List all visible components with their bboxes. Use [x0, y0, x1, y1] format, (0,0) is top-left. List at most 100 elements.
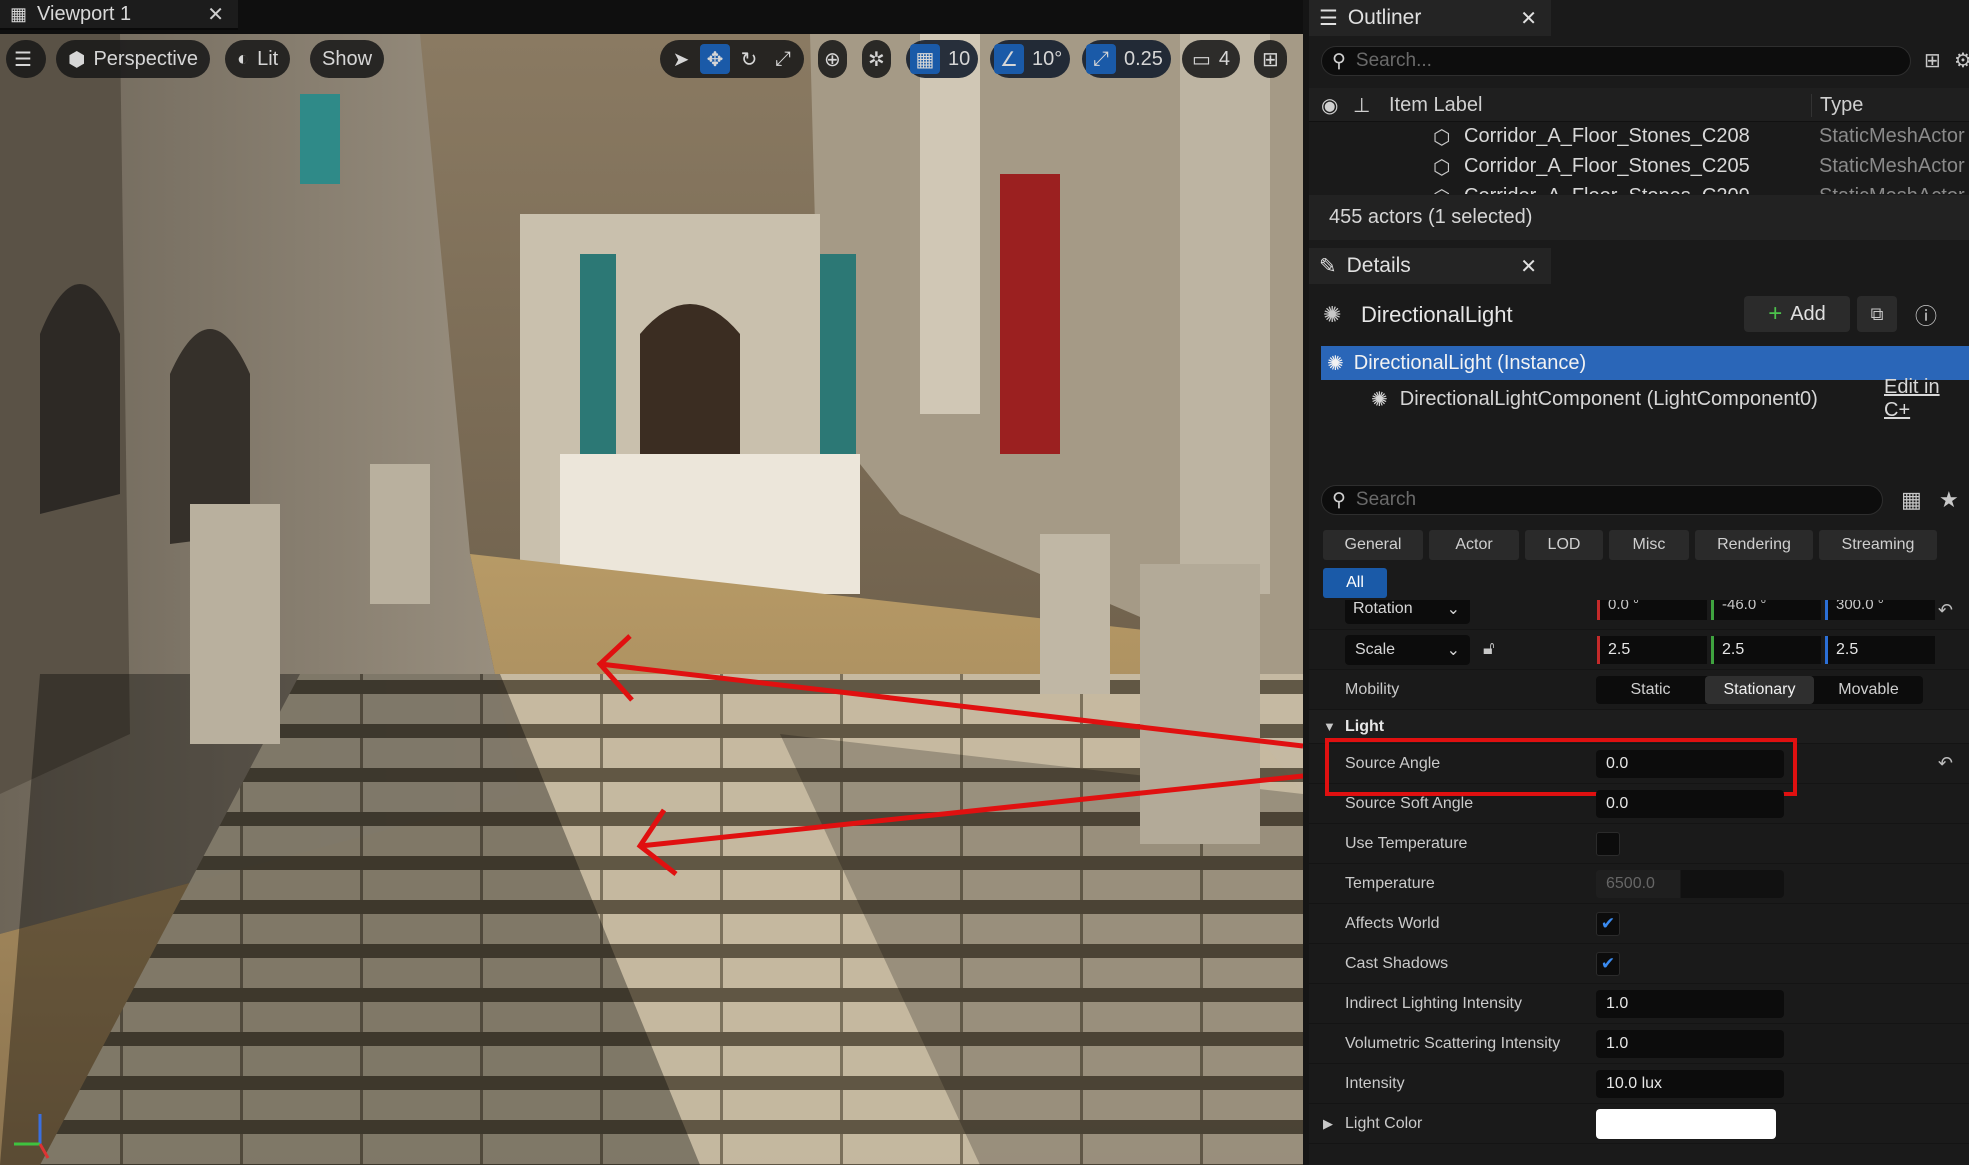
source-soft-angle-row: Source Soft Angle 0.0: [1309, 784, 1969, 824]
indirect-lighting-row: Indirect Lighting Intensity 1.0: [1309, 984, 1969, 1024]
rotation-dropdown[interactable]: Rotation ⌄: [1345, 600, 1470, 624]
use-temperature-checkbox[interactable]: [1596, 831, 1620, 856]
rotation-x[interactable]: 0.0 °: [1597, 600, 1707, 620]
star-icon[interactable]: ★: [1939, 487, 1959, 513]
intensity-label: Intensity: [1345, 1074, 1405, 1092]
table-row[interactable]: ⬡ Corridor_A_Floor_Stones_C208 StaticMes…: [1309, 122, 1969, 152]
close-icon[interactable]: ✕: [1520, 254, 1537, 279]
rotation-label: Rotation: [1353, 600, 1413, 617]
volumetric-scattering-input[interactable]: 1.0: [1596, 1029, 1784, 1058]
perspective-button[interactable]: ⬢ Perspective: [56, 40, 210, 78]
rotation-z[interactable]: 300.0 °: [1825, 600, 1935, 620]
settings-icon[interactable]: ⚙: [1954, 48, 1969, 73]
rotation-y[interactable]: -46.0 °: [1711, 600, 1821, 620]
grid-snap-value: 10: [948, 47, 971, 70]
lock-icon[interactable]: 🔓︎: [1483, 638, 1495, 659]
camera-icon: ▭: [1192, 48, 1211, 71]
column-item-label[interactable]: Item Label: [1389, 94, 1482, 117]
details-tab-label: Details: [1346, 254, 1411, 277]
viewport-layout-button[interactable]: ⊞: [1254, 40, 1287, 78]
rotation-row: Rotation ⌄ 0.0 ° -46.0 ° 300.0 ° ↶: [1309, 600, 1969, 630]
temperature-input: 6500.0: [1596, 869, 1784, 898]
component-row[interactable]: ✺ DirectionalLightComponent (LightCompon…: [1321, 376, 1969, 421]
viewport-scene-image[interactable]: [0, 34, 1303, 1165]
row-type: StaticMeshActor: [1819, 185, 1965, 194]
help-icon[interactable]: ⓘ: [1915, 299, 1937, 331]
scale-tool-icon[interactable]: ⤢: [768, 44, 798, 74]
select-tool-icon[interactable]: ➤: [666, 44, 696, 74]
show-button[interactable]: Show: [310, 40, 385, 78]
filter-actor[interactable]: Actor: [1429, 530, 1519, 560]
viewport-menu-button[interactable]: ☰: [6, 40, 46, 78]
component-instance-row[interactable]: ✺ DirectionalLight (Instance): [1321, 346, 1969, 380]
scale-y[interactable]: 2.5: [1711, 636, 1821, 664]
filter-rendering[interactable]: Rendering: [1695, 530, 1813, 560]
rotation-snap-button[interactable]: ∠ 10°: [990, 40, 1071, 78]
row-label: Corridor_A_Floor_Stones_C205: [1464, 155, 1750, 177]
directional-light-icon: ✺: [1371, 388, 1388, 411]
mobility-stationary[interactable]: Stationary: [1705, 676, 1814, 704]
filter-lod[interactable]: LOD: [1525, 530, 1603, 560]
lit-button[interactable]: ◐ Lit: [225, 40, 291, 78]
viewport-tab[interactable]: ▦ Viewport 1 ✕: [0, 0, 238, 30]
actor-name: DirectionalLight: [1361, 302, 1513, 327]
row-type: StaticMeshActor: [1819, 155, 1965, 177]
edit-in-cpp-link[interactable]: Edit in C+: [1884, 376, 1969, 422]
blueprint-button[interactable]: ⧉: [1857, 296, 1897, 332]
table-row[interactable]: ⬡ Corridor_A_Floor_Stones_C209 StaticMes…: [1309, 182, 1969, 194]
scale-label: Scale: [1355, 641, 1396, 658]
light-color-swatch[interactable]: [1596, 1108, 1776, 1139]
mobility-static[interactable]: Static: [1596, 676, 1705, 704]
indirect-lighting-input[interactable]: 1.0: [1596, 989, 1784, 1018]
scale-snap-button[interactable]: ⤢ 0.25: [1082, 40, 1171, 78]
outliner-tab-label: Outliner: [1347, 6, 1422, 29]
table-row[interactable]: ⬡ Corridor_A_Floor_Stones_C205 StaticMes…: [1309, 152, 1969, 182]
mobility-movable[interactable]: Movable: [1814, 676, 1923, 704]
chevron-down-icon: ▼: [1323, 719, 1336, 734]
close-icon[interactable]: ✕: [1520, 6, 1537, 31]
reset-arrow-icon[interactable]: ↶: [1938, 600, 1953, 621]
outliner-status-bar: 455 actors (1 selected): [1309, 195, 1969, 240]
camera-speed-button[interactable]: ▭ 4: [1182, 40, 1241, 78]
mobility-label: Mobility: [1345, 680, 1400, 698]
rotate-tool-icon[interactable]: ↻: [734, 44, 764, 74]
world-local-button[interactable]: ⊕: [818, 40, 847, 78]
filter-general[interactable]: General: [1323, 530, 1423, 560]
filter-streaming[interactable]: Streaming: [1819, 530, 1937, 560]
scale-dropdown[interactable]: Scale ⌄: [1345, 635, 1470, 665]
outliner-search-input[interactable]: ⚲ Search...: [1321, 46, 1911, 76]
scale-z[interactable]: 2.5: [1825, 636, 1935, 664]
translate-tool-icon[interactable]: ✥: [700, 44, 730, 74]
intensity-row: Intensity 10.0 lux: [1309, 1064, 1969, 1104]
mobility-segmented: Static Stationary Movable: [1596, 676, 1923, 704]
pin-icon[interactable]: ⊥: [1353, 93, 1370, 118]
outliner-tab[interactable]: ☰ Outliner ✕: [1309, 0, 1551, 36]
component-label: DirectionalLightComponent (LightComponen…: [1399, 387, 1818, 410]
add-component-button[interactable]: + Add: [1744, 296, 1850, 332]
actor-count: 455 actors (1 selected): [1329, 206, 1533, 228]
mesh-icon: ⬡: [1433, 127, 1451, 149]
cast-shadows-checkbox[interactable]: ✔: [1596, 951, 1620, 976]
filter-all[interactable]: All: [1323, 568, 1387, 598]
table-view-icon[interactable]: ▦: [1901, 487, 1922, 513]
eye-icon[interactable]: ◉: [1321, 93, 1338, 118]
chevron-down-icon: ⌄: [1446, 642, 1460, 659]
column-type[interactable]: Type: [1811, 94, 1863, 117]
add-folder-icon[interactable]: ⊞: [1924, 48, 1941, 73]
affects-world-checkbox[interactable]: ✔: [1596, 911, 1620, 936]
close-icon[interactable]: ✕: [207, 2, 224, 27]
grid-snap-button[interactable]: ▦ 10: [906, 40, 979, 78]
reset-arrow-icon[interactable]: ↶: [1938, 753, 1953, 774]
instance-label: DirectionalLight (Instance): [1353, 351, 1587, 374]
details-tab[interactable]: ✎ Details ✕: [1309, 248, 1551, 284]
sphere-icon: ◐: [237, 47, 250, 70]
chevron-right-icon[interactable]: ▶: [1323, 1116, 1333, 1132]
scale-x[interactable]: 2.5: [1597, 636, 1707, 664]
intensity-input[interactable]: 10.0 lux: [1596, 1069, 1784, 1098]
source-soft-angle-input[interactable]: 0.0: [1596, 789, 1784, 818]
filter-misc[interactable]: Misc: [1609, 530, 1689, 560]
details-search-input[interactable]: ⚲ Search: [1321, 485, 1883, 515]
surface-snap-button[interactable]: ✲: [862, 40, 891, 78]
indirect-lighting-label: Indirect Lighting Intensity: [1345, 994, 1522, 1012]
scale-snap-value: 0.25: [1124, 47, 1163, 70]
